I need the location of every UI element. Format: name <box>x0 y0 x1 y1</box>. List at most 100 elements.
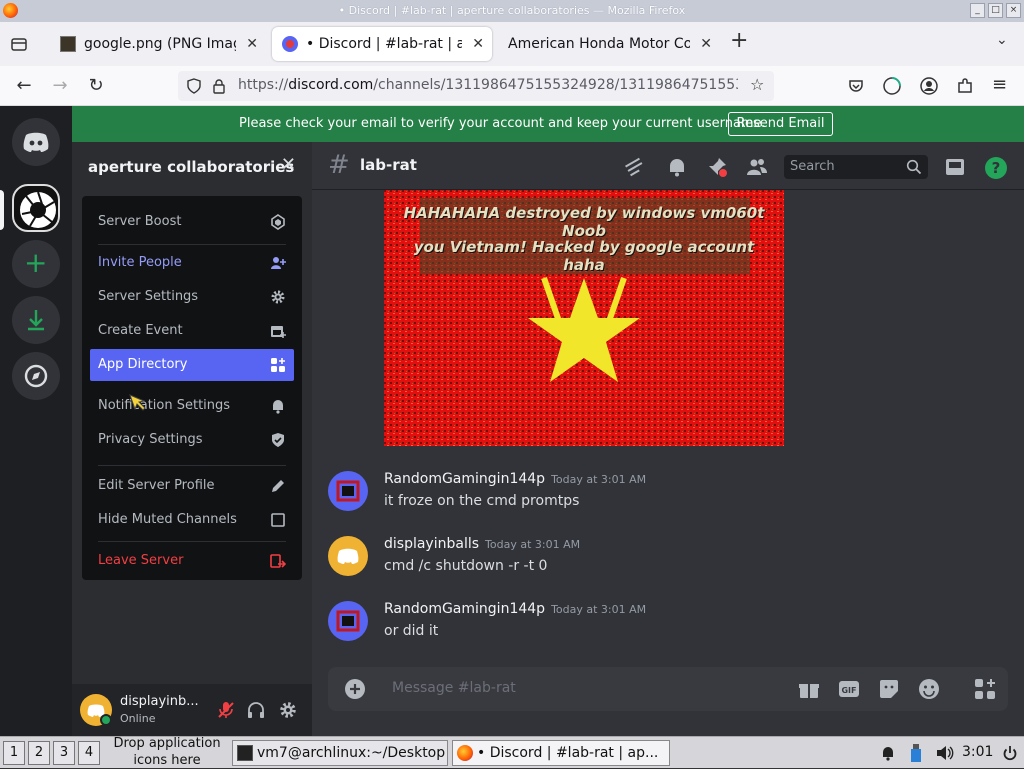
avatar[interactable] <box>80 694 112 726</box>
sync-account-icon[interactable] <box>882 76 902 96</box>
gear-icon <box>271 290 285 304</box>
menu-item-notification-settings[interactable]: Notification Settings <box>90 390 294 422</box>
maximize-window-button[interactable]: □ <box>988 3 1003 18</box>
close-menu-icon[interactable]: ✕ <box>281 154 296 175</box>
hand-cursor-icon <box>129 394 146 411</box>
add-attachment-icon[interactable] <box>344 678 366 700</box>
message-composer: Message #lab-rat GIF <box>328 667 1008 711</box>
back-button[interactable]: ← <box>12 74 36 98</box>
resend-email-button[interactable]: Resend Email <box>728 112 833 136</box>
message-author[interactable]: RandomGamingin144p Today at 3:01 AM <box>384 471 646 487</box>
tab-overview-icon[interactable] <box>10 35 28 53</box>
gif-icon[interactable]: GIF <box>838 678 860 700</box>
inbox-icon[interactable] <box>944 156 966 178</box>
mute-microphone-icon[interactable] <box>216 700 236 720</box>
new-tab-button[interactable]: + <box>730 28 748 53</box>
close-tab-icon[interactable]: ✕ <box>472 27 484 61</box>
app-menu-icon[interactable]: ≡ <box>992 74 1007 95</box>
server-name[interactable]: aperture collaboratories <box>88 158 294 176</box>
message-input[interactable]: Message #lab-rat <box>392 680 516 696</box>
tab-google-png[interactable]: google.png (PNG Image, 6 ✕ <box>50 27 266 61</box>
pocket-icon[interactable] <box>848 78 864 94</box>
power-icon[interactable] <box>1002 745 1018 761</box>
search-input[interactable]: Search <box>784 155 928 179</box>
window-title: • Discord | #lab-rat | aperture collabor… <box>338 4 686 17</box>
channel-name: lab-rat <box>360 156 417 174</box>
notification-bell-icon[interactable] <box>666 156 688 178</box>
sticker-icon[interactable] <box>878 678 900 700</box>
menu-item-server-settings[interactable]: Server Settings <box>90 281 294 313</box>
volume-icon[interactable] <box>936 745 954 761</box>
avatar[interactable] <box>328 536 368 576</box>
menu-item-server-boost[interactable]: Server Boost <box>90 206 294 238</box>
workspace-1-button[interactable]: 1 <box>3 741 25 765</box>
apps-icon <box>271 358 285 372</box>
message-timestamp: Today at 3:01 AM <box>485 538 581 551</box>
list-all-tabs-icon[interactable]: ⌄ <box>996 32 1008 48</box>
message-author[interactable]: RandomGamingin144p Today at 3:01 AM <box>384 601 646 617</box>
checkbox-icon[interactable] <box>270 512 286 528</box>
message-timestamp: Today at 3:01 AM <box>551 603 647 616</box>
menu-item-edit-server-profile[interactable]: Edit Server Profile <box>90 470 294 502</box>
message-author[interactable]: displayinballs Today at 3:01 AM <box>384 536 580 552</box>
svg-text:?: ? <box>992 159 1001 177</box>
message-image-attachment[interactable]: HAHAHAHA destroyed by windows vm060t Noo… <box>384 190 784 446</box>
explore-servers-button[interactable] <box>12 352 60 400</box>
menu-item-create-event[interactable]: Create Event <box>90 315 294 347</box>
lock-icon[interactable] <box>212 78 226 94</box>
menu-item-app-directory[interactable]: App Directory <box>90 349 294 381</box>
boost-icon <box>271 214 285 230</box>
avatar[interactable] <box>328 601 368 641</box>
minimize-window-button[interactable]: _ <box>970 3 985 18</box>
taskbar-firefox[interactable]: • Discord | #lab-rat | ap... <box>452 740 670 766</box>
pinned-messages-icon[interactable] <box>706 156 728 178</box>
workspace-3-button[interactable]: 3 <box>53 741 75 765</box>
window-title-bar: • Discord | #lab-rat | aperture collabor… <box>0 0 1024 22</box>
extensions-icon[interactable] <box>956 77 974 95</box>
add-user-icon <box>271 257 286 269</box>
emoji-icon[interactable] <box>918 678 940 700</box>
bookmark-star-icon[interactable]: ☆ <box>750 75 764 94</box>
close-tab-icon[interactable]: ✕ <box>700 27 712 61</box>
server-aperture-collaboratories[interactable] <box>12 184 60 232</box>
message-text: or did it <box>384 623 439 639</box>
clock[interactable]: 3:01 <box>962 744 993 760</box>
close-tab-icon[interactable]: ✕ <box>246 27 258 61</box>
download-icon <box>28 310 44 331</box>
url-text: https://discord.com/channels/13119864751… <box>238 77 738 93</box>
workspace-4-button[interactable]: 4 <box>78 741 100 765</box>
search-icon <box>906 159 922 175</box>
help-icon[interactable]: ? <box>984 156 1008 180</box>
headphones-icon[interactable] <box>246 700 266 720</box>
home-button[interactable] <box>12 118 60 166</box>
workspace-2-button[interactable]: 2 <box>28 741 50 765</box>
apps-launcher-icon[interactable] <box>974 678 996 700</box>
usb-device-icon[interactable] <box>908 743 924 763</box>
menu-item-invite-people[interactable]: Invite People <box>90 247 294 279</box>
menu-item-leave-server[interactable]: Leave Server <box>90 545 294 577</box>
taskbar-terminal[interactable]: vm7@archlinux:~/Desktop <box>232 740 448 766</box>
menu-separator <box>98 465 286 466</box>
online-status-dot <box>100 714 112 726</box>
tab-honda[interactable]: American Honda Motor Co., I ✕ <box>498 27 720 61</box>
reload-button[interactable]: ↻ <box>84 74 108 98</box>
url-bar[interactable]: https://discord.com/channels/13119864751… <box>178 71 774 101</box>
calendar-plus-icon <box>271 326 286 338</box>
user-settings-gear-icon[interactable] <box>278 700 298 720</box>
menu-separator <box>98 386 286 387</box>
menu-item-privacy-settings[interactable]: Privacy Settings <box>90 424 294 456</box>
forward-button[interactable]: → <box>48 74 72 98</box>
shield-icon[interactable] <box>186 78 202 94</box>
message-text: it froze on the cmd promtps <box>384 493 580 509</box>
add-server-button[interactable]: + <box>12 240 60 288</box>
menu-item-hide-muted-channels[interactable]: Hide Muted Channels <box>90 504 294 536</box>
download-apps-button[interactable] <box>12 296 60 344</box>
threads-icon[interactable] <box>624 156 646 178</box>
account-icon[interactable] <box>920 77 938 95</box>
notifications-bell-icon[interactable] <box>880 745 896 761</box>
tab-discord[interactable]: • Discord | #lab-rat | aper ✕ <box>272 27 492 61</box>
member-list-icon[interactable] <box>746 156 768 178</box>
avatar[interactable] <box>328 471 368 511</box>
close-window-button[interactable]: × <box>1006 3 1021 18</box>
gift-icon[interactable] <box>798 678 820 700</box>
